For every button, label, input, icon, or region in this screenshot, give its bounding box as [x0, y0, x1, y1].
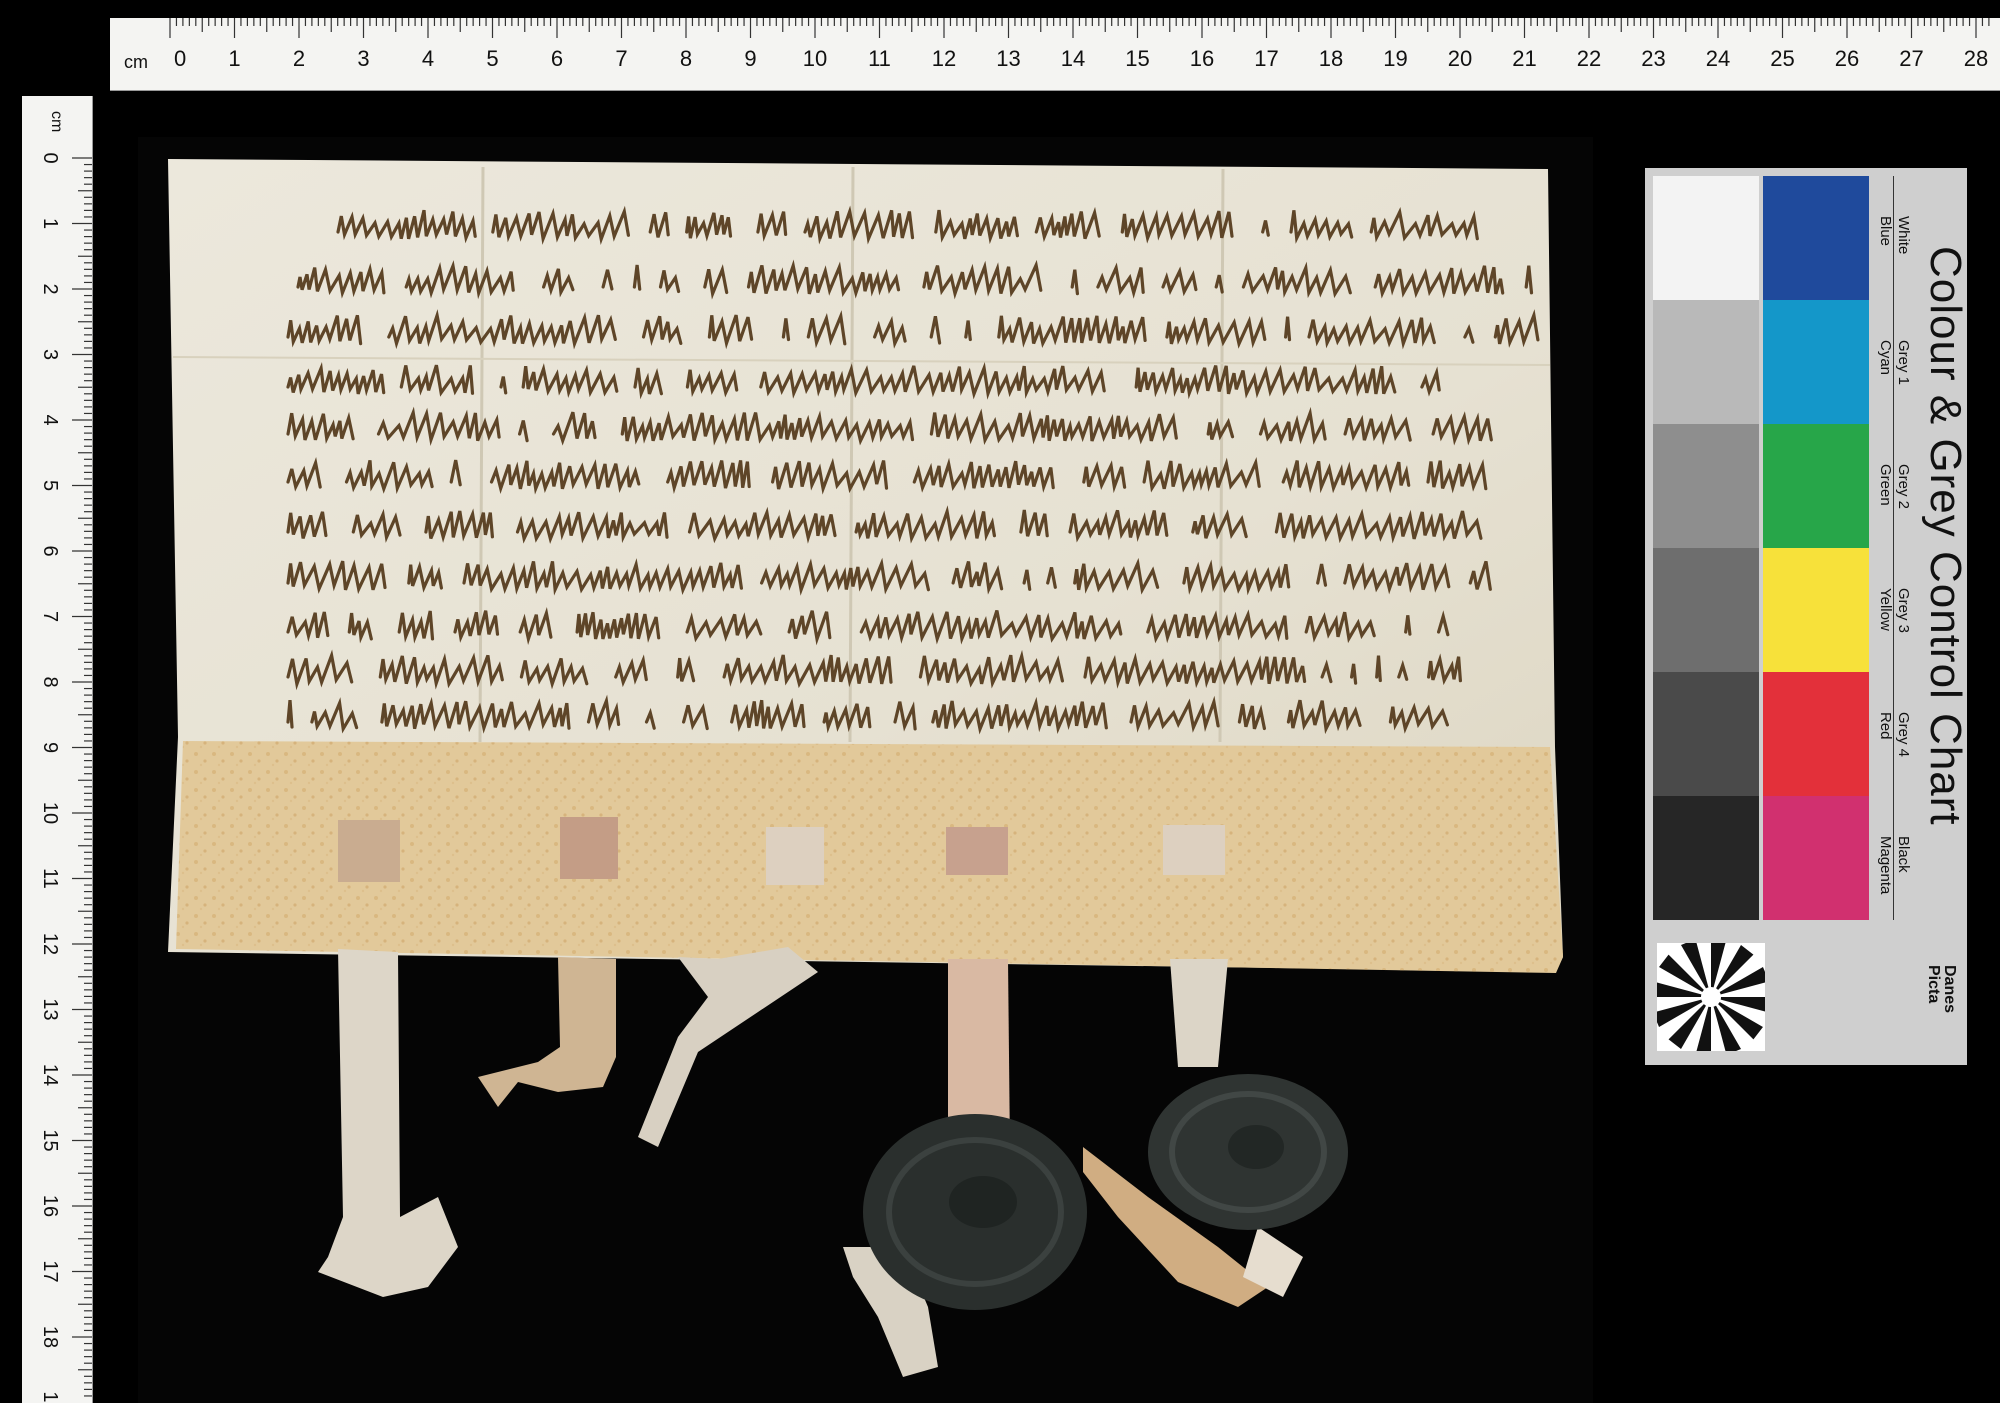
grey-swatch [1653, 796, 1759, 920]
grey-swatch [1653, 548, 1759, 672]
grey-label: Grey 2 [1895, 464, 1912, 510]
ruler-number: 16 [39, 1195, 61, 1217]
chart-title: Colour & Grey Control Chart [1921, 246, 1970, 826]
ruler-number: 19 [1383, 46, 1407, 71]
ruler-number: 4 [422, 46, 434, 71]
left-ruler: cm 0 1 2 3 4 5 6 7 8 9 10 11 12 13 14 15 16 17 18 19 [22, 96, 93, 1403]
ruler-number: 9 [39, 742, 61, 753]
colour-label: Yellow [1877, 588, 1894, 631]
seal-tag [1170, 959, 1228, 1067]
ruler-number: 18 [1319, 46, 1343, 71]
ruler-number: 15 [39, 1129, 61, 1151]
ruler-unit-label: cm [124, 52, 148, 72]
ruler-number: 24 [1706, 46, 1730, 71]
ruler-number: 13 [996, 46, 1020, 71]
brand-line-2: Picta [1925, 965, 1942, 1004]
ruler-number: 23 [1641, 46, 1665, 71]
grey-swatch [1653, 176, 1759, 300]
ruler-number: 8 [680, 46, 692, 71]
colour-swatch [1763, 176, 1869, 300]
top-ruler: cm 0 1 2 3 4 5 6 7 8 9 10 11 12 13 14 15 16 17 18 19 20 21 22 23… [110, 18, 2000, 91]
ruler-number: 20 [1448, 46, 1472, 71]
grey-label: Grey 1 [1895, 340, 1912, 386]
colour-label: Cyan [1877, 340, 1894, 376]
ruler-number: 5 [486, 46, 498, 71]
ruler-number: 10 [39, 802, 61, 824]
ruler-number: 6 [39, 545, 61, 556]
seal-slit [338, 820, 400, 882]
ruler-number: 0 [39, 152, 61, 163]
seal-tag [478, 957, 616, 1107]
colour-label: Blue [1877, 216, 1894, 247]
seal-slit [946, 827, 1008, 875]
ruler-number: 17 [1254, 46, 1278, 71]
ruler-number: 14 [39, 1064, 61, 1086]
seal-slit [1163, 825, 1225, 875]
ruler-number: 21 [1512, 46, 1536, 71]
ruler-number: 16 [1190, 46, 1214, 71]
ruler-number: 14 [1061, 46, 1085, 71]
ruler-number: 6 [551, 46, 563, 71]
grey-label: White [1895, 216, 1912, 255]
ruler-number: 4 [39, 414, 61, 425]
seal-tag [318, 949, 458, 1297]
seal-slit [766, 827, 824, 885]
grey-label: Grey 4 [1895, 712, 1912, 758]
grey-swatch [1653, 672, 1759, 796]
ruler-number: 7 [39, 611, 61, 622]
ruler-number: 9 [744, 46, 756, 71]
ruler-number: 12 [39, 933, 61, 955]
ruler-number: 11 [39, 868, 61, 889]
ruler-number: 27 [1899, 46, 1923, 71]
brand-logo: Danes Picta [1925, 965, 1958, 1014]
ruler-number: 3 [357, 46, 369, 71]
ruler-number: 7 [615, 46, 627, 71]
ruler-number: 17 [39, 1260, 61, 1282]
ruler-number: 12 [932, 46, 956, 71]
ruler-number: 28 [1964, 46, 1988, 71]
ruler-number: 19 [39, 1391, 61, 1403]
grey-swatch [1653, 424, 1759, 548]
colour-swatch [1763, 672, 1869, 796]
colour-label: Green [1877, 464, 1894, 506]
seal-slit [560, 817, 618, 879]
ruler-number: 22 [1577, 46, 1601, 71]
ruler-number: 2 [293, 46, 305, 71]
colour-swatch [1763, 300, 1869, 424]
colour-swatch [1763, 548, 1869, 672]
ruler-number: 18 [39, 1326, 61, 1348]
colour-swatch [1763, 424, 1869, 548]
sunburst-icon [1657, 943, 1765, 1051]
colour-control-chart: Blue Cyan Green Yellow Red Magenta White Grey 1… [1645, 168, 1970, 1065]
ruler-number: 15 [1125, 46, 1149, 71]
grey-label: Black [1895, 836, 1912, 873]
ruler-number: 11 [868, 46, 891, 71]
ruler-number: 8 [39, 676, 61, 687]
ruler-number: 3 [39, 349, 61, 360]
ruler-number: 13 [39, 998, 61, 1020]
ruler-number: 1 [228, 46, 240, 71]
brand-line-1: Danes [1941, 965, 1958, 1014]
seal-tag [638, 947, 818, 1147]
ruler-number: 5 [39, 480, 61, 491]
ruler-unit-label: cm [48, 111, 65, 132]
ruler-number: 2 [39, 283, 61, 294]
ruler-number: 1 [39, 218, 61, 229]
colour-label: Magenta [1877, 836, 1894, 895]
ruler-number: 25 [1770, 46, 1794, 71]
charter-photo [138, 137, 1593, 1403]
ruler-number: 26 [1835, 46, 1859, 71]
grey-swatch [1653, 300, 1759, 424]
ruler-number: 10 [803, 46, 827, 71]
colour-label: Red [1877, 712, 1894, 740]
colour-swatch [1763, 796, 1869, 920]
grey-label: Grey 3 [1895, 588, 1912, 634]
ruler-number: 0 [174, 46, 186, 71]
